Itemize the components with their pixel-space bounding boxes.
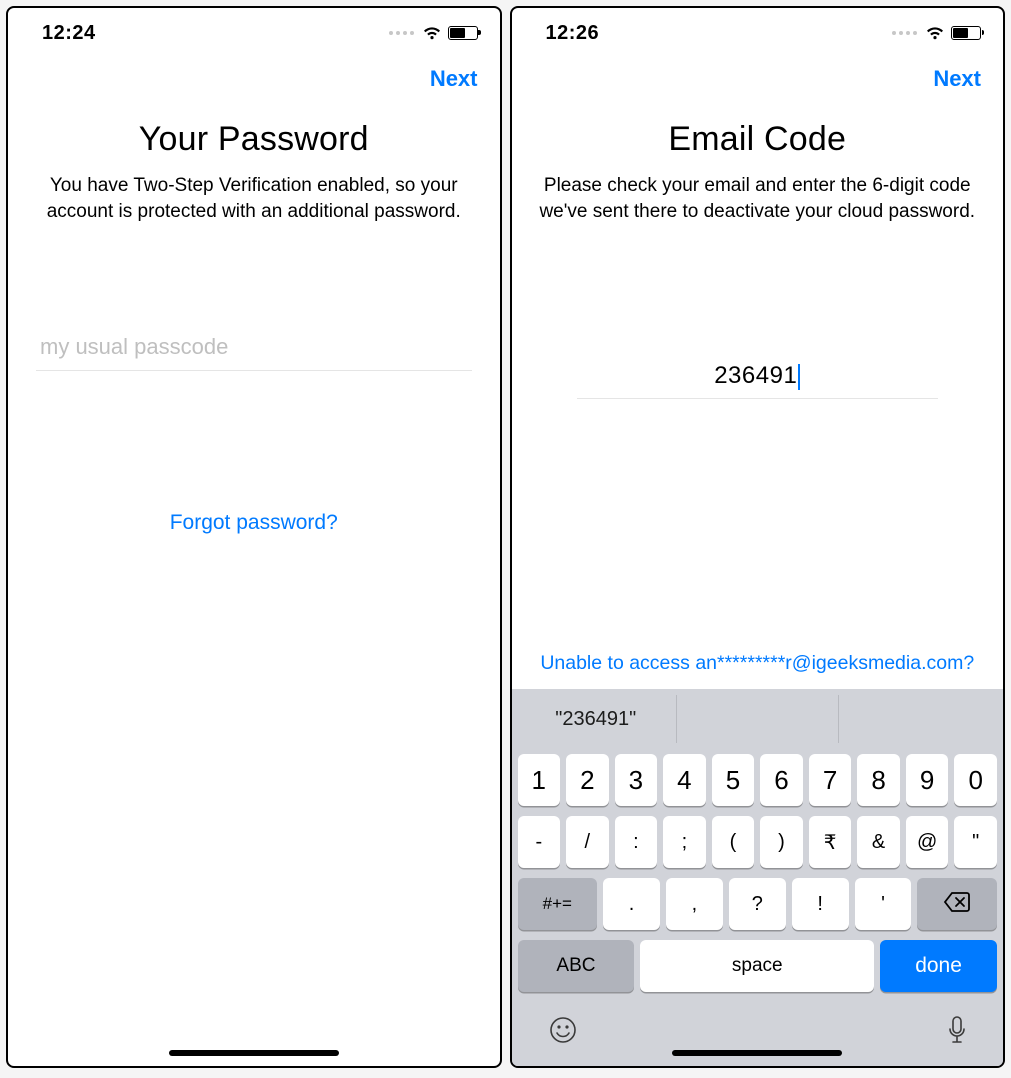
content: Your Password You have Two-Step Verifica…	[8, 102, 500, 1066]
next-button[interactable]: Next	[933, 66, 981, 92]
keyboard-row-4: ABC space done	[516, 935, 1000, 997]
key-8[interactable]: 8	[857, 754, 900, 806]
keyboard-row-2: - / : ; ( ) ₹ & @ "	[516, 811, 1000, 873]
key-period[interactable]: .	[603, 878, 660, 930]
key-4[interactable]: 4	[663, 754, 706, 806]
key-abc[interactable]: ABC	[518, 940, 635, 992]
key-5[interactable]: 5	[712, 754, 755, 806]
key-close-paren[interactable]: )	[760, 816, 803, 868]
key-semicolon[interactable]: ;	[663, 816, 706, 868]
nav-bar: Next	[8, 48, 500, 102]
home-indicator[interactable]	[169, 1050, 339, 1056]
key-rupee[interactable]: ₹	[809, 816, 852, 868]
home-indicator[interactable]	[672, 1050, 842, 1056]
key-apostrophe[interactable]: '	[855, 878, 912, 930]
forgot-password-link[interactable]: Forgot password?	[170, 511, 338, 535]
page-subtitle: You have Two-Step Verification enabled, …	[28, 173, 480, 224]
page-subtitle: Please check your email and enter the 6-…	[532, 173, 984, 224]
keyboard-row-3: #+= . , ? ! '	[516, 873, 1000, 935]
key-7[interactable]: 7	[809, 754, 852, 806]
code-value: 236491	[714, 362, 797, 389]
wifi-icon	[925, 26, 945, 41]
next-button[interactable]: Next	[430, 66, 478, 92]
page-title: Your Password	[139, 120, 369, 159]
key-0[interactable]: 0	[954, 754, 997, 806]
key-symbols[interactable]: #+=	[518, 878, 598, 930]
key-6[interactable]: 6	[760, 754, 803, 806]
key-1[interactable]: 1	[518, 754, 561, 806]
key-3[interactable]: 3	[615, 754, 658, 806]
key-slash[interactable]: /	[566, 816, 609, 868]
screen-email-code: 12:26 Next Email Code Please check your …	[510, 6, 1006, 1068]
password-input[interactable]	[36, 324, 472, 371]
suggestion-1[interactable]: "236491"	[516, 695, 678, 743]
key-dash[interactable]: -	[518, 816, 561, 868]
status-bar: 12:26	[512, 8, 1004, 48]
key-open-paren[interactable]: (	[712, 816, 755, 868]
key-done[interactable]: done	[880, 940, 997, 992]
suggestion-3[interactable]	[839, 695, 1000, 743]
mic-icon[interactable]	[947, 1015, 967, 1052]
key-ampersand[interactable]: &	[857, 816, 900, 868]
page-title: Email Code	[668, 120, 846, 159]
cellular-dots-icon	[892, 31, 917, 35]
text-caret	[798, 364, 800, 390]
content: Email Code Please check your email and e…	[512, 102, 1004, 689]
key-2[interactable]: 2	[566, 754, 609, 806]
key-comma[interactable]: ,	[666, 878, 723, 930]
key-question[interactable]: ?	[729, 878, 786, 930]
suggestion-2[interactable]	[677, 695, 839, 743]
status-icons	[892, 26, 981, 41]
unable-access-link[interactable]: Unable to access an*********r@igeeksmedi…	[536, 652, 978, 689]
status-bar: 12:24	[8, 8, 500, 48]
keyboard-suggestions: "236491"	[516, 695, 1000, 743]
key-exclaim[interactable]: !	[792, 878, 849, 930]
key-9[interactable]: 9	[906, 754, 949, 806]
status-time: 12:24	[42, 22, 96, 45]
key-at[interactable]: @	[906, 816, 949, 868]
key-space[interactable]: space	[640, 940, 874, 992]
nav-bar: Next	[512, 48, 1004, 102]
key-backspace[interactable]	[917, 878, 997, 930]
key-colon[interactable]: :	[615, 816, 658, 868]
password-input-wrap	[28, 324, 480, 371]
code-input[interactable]: 236491	[577, 354, 938, 399]
wifi-icon	[422, 26, 442, 41]
code-input-wrap: 236491	[577, 354, 938, 399]
status-icons	[389, 26, 478, 41]
keyboard: "236491" 1 2 3 4 5 6 7 8 9 0 - / : ; ( )…	[512, 689, 1004, 1066]
keyboard-row-1: 1 2 3 4 5 6 7 8 9 0	[516, 749, 1000, 811]
cellular-dots-icon	[389, 31, 414, 35]
screen-password: 12:24 Next Your Password You have Two-St…	[6, 6, 502, 1068]
battery-icon	[448, 26, 478, 40]
battery-icon	[951, 26, 981, 40]
status-time: 12:26	[546, 22, 600, 45]
emoji-icon[interactable]	[548, 1015, 578, 1052]
key-quote[interactable]: "	[954, 816, 997, 868]
backspace-icon	[943, 889, 971, 920]
